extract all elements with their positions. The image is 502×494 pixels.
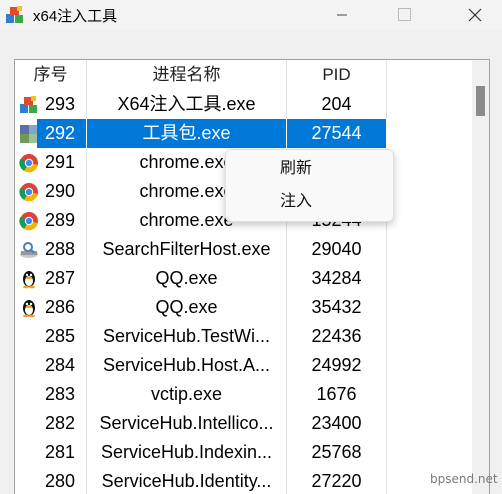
row-seq-number: 284 (45, 355, 76, 375)
row-process-name: SearchFilterHost.exe (87, 235, 287, 264)
column-header-name[interactable]: 进程名称 (87, 60, 287, 90)
close-button[interactable] (452, 0, 498, 30)
qq-penguin-icon (23, 300, 35, 318)
table-row[interactable]: 285 ServiceHub.TestWi... 22436 (15, 322, 387, 351)
table-row[interactable]: 281 ServiceHub.Indexin... 25768 (15, 438, 387, 467)
row-seq-number: 280 (45, 471, 76, 491)
scrollbar-thumb[interactable] (476, 86, 485, 116)
row-process-name: ServiceHub.Indexin... (87, 438, 287, 467)
menu-item-refresh[interactable]: 刷新 (226, 153, 393, 185)
row-seq-cell: 291 (15, 148, 87, 177)
column-header-pid[interactable]: PID (287, 60, 387, 90)
row-seq-cell: 282 (15, 409, 87, 438)
row-pid: 204 (287, 90, 387, 119)
row-seq-cell: 285 (15, 322, 87, 351)
row-pid: 34284 (287, 264, 387, 293)
row-seq-cell: 280 (15, 467, 87, 494)
row-pid: 35432 (287, 293, 387, 322)
row-pid: 22436 (287, 322, 387, 351)
injector-app-icon (20, 96, 37, 113)
minimize-icon (337, 14, 347, 16)
maximize-icon (397, 8, 411, 21)
row-pid: 24992 (287, 351, 387, 380)
chrome-icon (19, 212, 38, 231)
table-row[interactable]: 283 vctip.exe 1676 (15, 380, 387, 409)
table-row[interactable]: 293 X64注入工具.exe 204 (15, 90, 387, 119)
row-process-name: QQ.exe (87, 264, 287, 293)
row-seq-number: 289 (45, 210, 76, 230)
row-seq-number: 290 (45, 181, 76, 201)
row-pid: 23400 (287, 409, 387, 438)
row-process-name: X64注入工具.exe (87, 90, 287, 119)
row-seq-cell: 286 (15, 293, 87, 322)
list-header: 序号 进程名称 PID (15, 60, 489, 90)
menu-item-inject-label: 注入 (280, 193, 313, 210)
row-seq-cell: 283 (15, 380, 87, 409)
title-bar[interactable]: x64注入工具 (0, 0, 502, 30)
row-pid: 27544 (287, 119, 387, 148)
row-seq-number: 293 (45, 94, 76, 114)
table-row[interactable]: 292 工具包.exe 27544 (15, 119, 387, 148)
row-seq-cell: 287 (15, 264, 87, 293)
row-process-name: QQ.exe (87, 293, 287, 322)
watermark: bpsend.net (430, 472, 498, 486)
row-pid: 25768 (287, 438, 387, 467)
qq-penguin-icon (23, 271, 35, 289)
row-pid: 29040 (287, 235, 387, 264)
table-row[interactable]: 286 QQ.exe 35432 (15, 293, 387, 322)
row-seq-number: 291 (45, 152, 76, 172)
row-seq-cell: 288 (15, 235, 87, 264)
app-icon (6, 6, 23, 23)
process-list[interactable]: 序号 进程名称 PID 293 X64注入工具.exe 204 292 工具包.exe 2… (14, 59, 490, 494)
table-row[interactable]: 288 SearchFilterHost.exe 29040 (15, 235, 387, 264)
row-seq-cell: 284 (15, 351, 87, 380)
row-seq-number: 292 (37, 119, 86, 148)
row-process-name: ServiceHub.Host.A... (87, 351, 287, 380)
table-row[interactable]: 284 ServiceHub.Host.A... 24992 (15, 351, 387, 380)
table-row[interactable]: 282 ServiceHub.Intellico... 23400 (15, 409, 387, 438)
row-seq-number: 287 (45, 268, 76, 288)
vertical-scrollbar[interactable] (472, 60, 489, 494)
column-header-seq[interactable]: 序号 (15, 60, 87, 90)
table-row[interactable]: 280 ServiceHub.Identity... 27220 (15, 467, 387, 494)
row-process-name: vctip.exe (87, 380, 287, 409)
table-row[interactable]: 287 QQ.exe 34284 (15, 264, 387, 293)
context-menu: 刷新 注入 (225, 149, 394, 222)
row-seq-cell: 281 (15, 438, 87, 467)
row-seq-cell: 293 (15, 90, 87, 119)
close-icon (468, 8, 482, 22)
search-filter-icon (20, 242, 38, 258)
row-seq-cell: 289 (15, 206, 87, 235)
row-seq-number: 282 (45, 413, 76, 433)
row-process-name: ServiceHub.Identity... (87, 467, 287, 494)
row-seq-number: 281 (45, 442, 76, 462)
row-seq-number: 285 (45, 326, 76, 346)
menu-item-inject[interactable]: 注入 (226, 186, 393, 218)
chrome-icon (19, 183, 38, 202)
menu-item-refresh-label: 刷新 (280, 160, 313, 177)
row-process-name: 工具包.exe (87, 119, 287, 148)
row-process-name: ServiceHub.Intellico... (87, 409, 287, 438)
toolkit-app-icon (20, 125, 38, 143)
row-seq-number: 288 (45, 239, 76, 259)
row-pid: 27220 (287, 467, 387, 494)
maximize-button[interactable] (381, 0, 427, 30)
row-pid: 1676 (287, 380, 387, 409)
row-seq-number: 286 (45, 297, 76, 317)
chrome-icon (19, 154, 38, 173)
minimize-button[interactable] (319, 0, 365, 30)
row-seq-number: 283 (45, 384, 76, 404)
row-seq-cell: 292 (15, 119, 87, 148)
window-title: x64注入工具 (33, 8, 118, 25)
row-seq-cell: 290 (15, 177, 87, 206)
row-process-name: ServiceHub.TestWi... (87, 322, 287, 351)
